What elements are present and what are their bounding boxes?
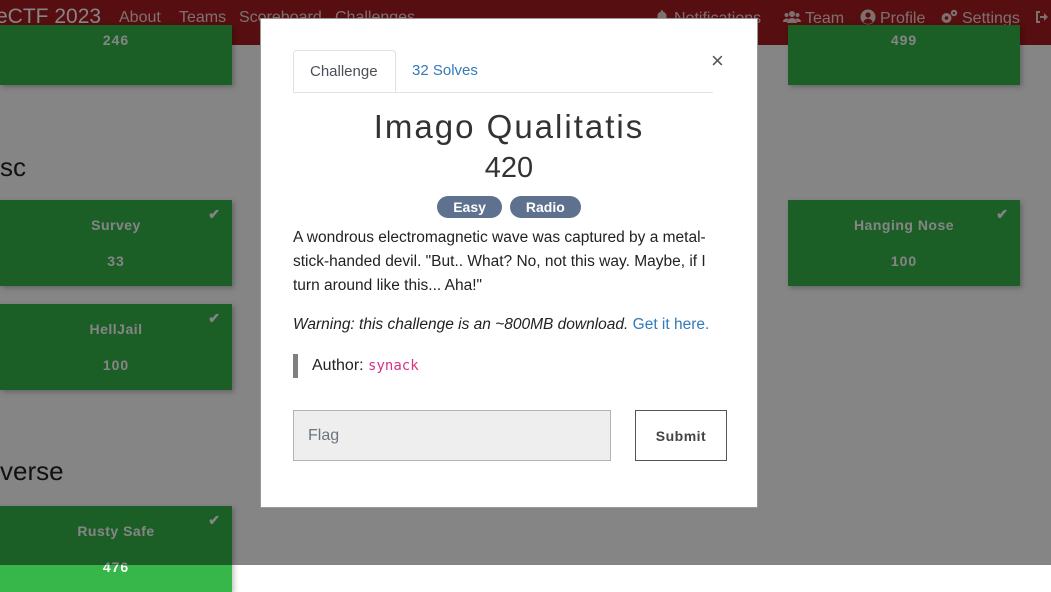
warning-text: Warning: this challenge is an ~800MB dow…: [293, 316, 629, 333]
flag-input[interactable]: [293, 410, 611, 461]
tag-badge: Radio: [509, 196, 581, 218]
challenge-modal: Challenge 32 Solves × Imago Qualitatis 4…: [260, 18, 758, 508]
tag-badge: Easy: [437, 196, 502, 218]
tab-solves[interactable]: 32 Solves: [396, 50, 494, 92]
challenge-description: A wondrous electromagnetic wave was capt…: [293, 229, 706, 294]
challenge-tags: Easy Radio: [261, 196, 757, 218]
author-name: synack: [368, 358, 419, 374]
close-icon[interactable]: ×: [711, 48, 724, 74]
challenge-value: 420: [484, 152, 534, 184]
submit-button[interactable]: Submit: [635, 410, 727, 461]
author-blockquote: Author: synack: [293, 354, 419, 378]
download-link[interactable]: Get it here.: [633, 316, 710, 333]
challenge-title: Imago Qualitatis: [373, 108, 645, 145]
tab-challenge[interactable]: Challenge: [293, 50, 396, 92]
author-label: Author:: [312, 357, 364, 374]
download-warning: Warning: this challenge is an ~800MB dow…: [293, 316, 733, 334]
modal-tabs: Challenge 32 Solves: [293, 50, 713, 93]
